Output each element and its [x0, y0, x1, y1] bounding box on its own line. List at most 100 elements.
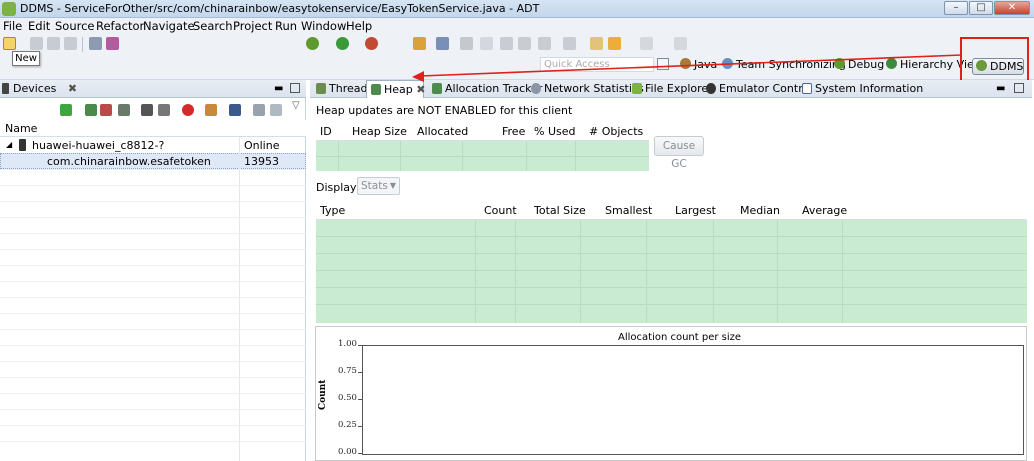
y-axis-label: Count: [318, 379, 328, 410]
new-tooltip: New: [12, 51, 40, 66]
cause-gc-button[interactable]: Cause GC: [654, 136, 704, 170]
opengl-trace-icon[interactable]: [270, 104, 282, 116]
tab-system-information[interactable]: System Information: [798, 80, 923, 98]
stop-process-icon[interactable]: [182, 104, 194, 116]
display-select[interactable]: Stats ▼: [357, 177, 400, 195]
y-tick-label: 0.00: [338, 447, 357, 457]
debug-icon: [834, 58, 845, 69]
avd-manager-icon[interactable]: [106, 37, 119, 50]
maximize-view-icon[interactable]: [1014, 83, 1024, 93]
external-tools-icon[interactable]: [365, 37, 378, 50]
update-threads-icon[interactable]: [141, 104, 153, 116]
system-info-icon: [802, 83, 812, 94]
sdk-manager-icon[interactable]: [89, 37, 102, 50]
last-edit-icon[interactable]: [563, 37, 576, 50]
process-name[interactable]: com.chinarainbow.esafetoken: [47, 155, 211, 168]
open-perspective-icon[interactable]: [674, 37, 687, 50]
new-file-icon[interactable]: [3, 37, 16, 50]
col-used[interactable]: % Used: [534, 125, 575, 138]
col-smallest[interactable]: Smallest: [605, 204, 652, 217]
maximize-button[interactable]: □: [969, 1, 993, 15]
menu-search[interactable]: Search: [193, 19, 233, 33]
expand-arrow-icon[interactable]: ◢: [6, 140, 12, 149]
device-name[interactable]: huawei-huawei_c8812-?: [32, 139, 164, 152]
plot-area: [362, 345, 1024, 455]
perspective-team-sync[interactable]: Team Synchronizing: [722, 58, 846, 71]
debug-run-icon[interactable]: [306, 37, 319, 50]
devices-table-header: Name: [0, 120, 306, 137]
menu-source[interactable]: Source: [55, 19, 95, 33]
col-id[interactable]: ID: [320, 125, 332, 138]
close-tab-icon[interactable]: ✖: [68, 82, 77, 95]
next-annotation-icon[interactable]: [518, 37, 531, 50]
menu-project[interactable]: Project: [233, 19, 272, 33]
col-median[interactable]: Median: [740, 204, 780, 217]
menu-edit[interactable]: Edit: [28, 19, 50, 33]
view-menu-icon[interactable]: ▽: [292, 100, 300, 111]
tab-allocation-tracker[interactable]: Allocation Tracker: [428, 80, 542, 98]
open-perspective-button[interactable]: [657, 58, 669, 70]
systrace-icon[interactable]: [253, 104, 265, 116]
minimize-view-icon[interactable]: ▬: [274, 83, 283, 94]
pin-icon[interactable]: [500, 37, 513, 50]
tab-threads[interactable]: Threads: [312, 80, 373, 98]
tab-emulator-control[interactable]: Emulator Control: [702, 80, 812, 98]
menu-file[interactable]: File: [3, 19, 22, 33]
minimize-button[interactable]: –: [944, 1, 968, 15]
menu-help[interactable]: Help: [346, 19, 372, 33]
col-free[interactable]: Free: [502, 125, 525, 138]
menu-refactor[interactable]: Refactor: [96, 19, 144, 33]
update-heap-icon[interactable]: [85, 104, 97, 116]
tab-network-statistics[interactable]: Network Statistics: [527, 80, 644, 98]
run-icon[interactable]: [336, 37, 349, 50]
minimize-view-icon[interactable]: ▬: [996, 83, 1005, 94]
search-icon[interactable]: [436, 37, 449, 50]
devices-panel: Devices ✖ ▬ ▽ Name ◢ huawei-huawei_c8812…: [0, 80, 306, 461]
menu-navigate[interactable]: Navigate: [143, 19, 195, 33]
cause-gc-icon[interactable]: [118, 104, 130, 116]
prev-annotation-icon[interactable]: [538, 37, 551, 50]
col-type[interactable]: Type: [320, 204, 345, 217]
col-count[interactable]: Count: [484, 204, 517, 217]
back-arrow-icon[interactable]: [608, 37, 621, 50]
col-average[interactable]: Average: [802, 204, 847, 217]
col-objects[interactable]: # Objects: [589, 125, 643, 138]
annotation-icon[interactable]: [460, 37, 473, 50]
dump-hprof-icon[interactable]: [100, 104, 112, 116]
app-icon: [2, 2, 16, 16]
device-status: Online: [244, 139, 280, 152]
menu-window[interactable]: Window: [301, 19, 346, 33]
col-total-size[interactable]: Total Size: [534, 204, 586, 217]
col-heap-size[interactable]: Heap Size: [352, 125, 407, 138]
pen-icon[interactable]: [480, 37, 493, 50]
open-type-icon[interactable]: [413, 37, 426, 50]
ddms-tab-bar: Threads Heap ✖ Allocation Tracker Networ…: [310, 80, 1032, 98]
screen-capture-icon[interactable]: [205, 104, 217, 116]
devices-tab[interactable]: Devices ✖: [2, 82, 77, 95]
name-column-header[interactable]: Name: [5, 122, 37, 135]
forward-arrow-icon[interactable]: [640, 37, 653, 50]
method-profiling-icon[interactable]: [158, 104, 170, 116]
title-bar: DDMS - ServiceForOther/src/com/chinarain…: [0, 0, 1034, 18]
print-icon[interactable]: [64, 37, 77, 50]
back-icon[interactable]: [590, 37, 603, 50]
save-all-icon[interactable]: [47, 37, 60, 50]
chevron-down-icon: ▼: [389, 181, 396, 190]
close-tab-icon[interactable]: ✖: [416, 83, 425, 96]
dump-view-icon[interactable]: [229, 104, 241, 116]
heap-icon: [371, 84, 381, 95]
y-tick-mark: [358, 372, 362, 373]
save-icon[interactable]: [30, 37, 43, 50]
close-button[interactable]: ✕: [994, 1, 1030, 15]
debug-process-icon[interactable]: [60, 104, 72, 116]
tab-file-explorer[interactable]: File Explorer: [628, 80, 713, 98]
maximize-view-icon[interactable]: [290, 83, 300, 93]
menu-run[interactable]: Run: [275, 19, 297, 33]
perspective-debug[interactable]: Debug: [834, 58, 884, 71]
tab-heap[interactable]: Heap ✖: [366, 80, 425, 98]
display-label: Display:: [316, 181, 360, 194]
col-largest[interactable]: Largest: [675, 204, 716, 217]
col-allocated[interactable]: Allocated: [417, 125, 468, 138]
quick-access-input[interactable]: Quick Access: [540, 57, 654, 72]
perspective-java[interactable]: Java: [680, 58, 717, 71]
